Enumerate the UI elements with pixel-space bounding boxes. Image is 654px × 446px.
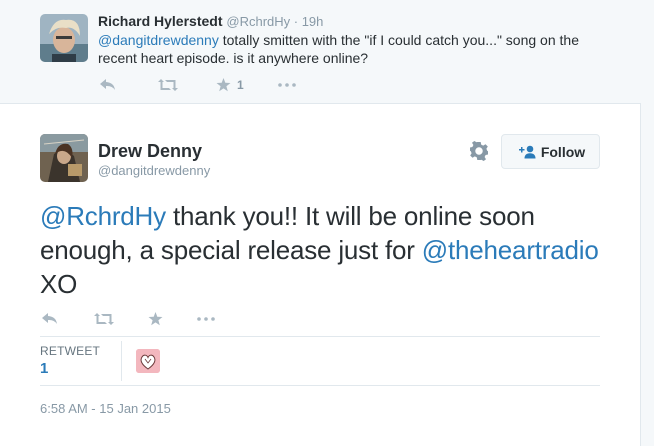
author-name[interactable]: Drew Denny bbox=[98, 141, 202, 162]
parent-tweet-actions: 1 bbox=[100, 76, 296, 94]
retweet-icon[interactable] bbox=[94, 312, 114, 326]
follow-button[interactable]: Follow bbox=[501, 134, 600, 169]
tweet-text: @RchrdHy thank you!! It will be online s… bbox=[40, 199, 600, 301]
retweet-stat-label[interactable]: RETWEET bbox=[40, 344, 100, 358]
header-separator: · bbox=[290, 14, 302, 29]
add-user-icon bbox=[516, 145, 536, 159]
more-options-icon[interactable] bbox=[197, 317, 215, 321]
favorite-icon[interactable] bbox=[148, 312, 163, 326]
tweet-body-part-2: XO bbox=[40, 269, 78, 299]
favorite-count[interactable]: 1 bbox=[237, 78, 244, 92]
background-strip bbox=[641, 0, 654, 446]
parent-tweet[interactable]: Richard Hylerstedt @RchrdHy · 19h @dangi… bbox=[0, 0, 641, 104]
reply-icon[interactable] bbox=[42, 312, 58, 326]
favorite-icon[interactable] bbox=[216, 78, 231, 92]
gear-icon[interactable] bbox=[469, 141, 489, 161]
tweet-timestamp[interactable]: 6:58 AM - 15 Jan 2015 bbox=[40, 401, 171, 416]
retweet-stat-count[interactable]: 1 bbox=[40, 360, 48, 377]
author-avatar[interactable] bbox=[40, 134, 88, 182]
mention-link-theheartradio[interactable]: @theheartradio bbox=[422, 235, 599, 265]
parent-author-name[interactable]: Richard Hylerstedt bbox=[98, 13, 222, 29]
author-handle[interactable]: @dangitdrewdenny bbox=[98, 163, 210, 178]
stats-top-divider bbox=[40, 336, 600, 337]
tweet-actions bbox=[42, 310, 215, 328]
mention-link-rchrdhy[interactable]: @RchrdHy bbox=[40, 201, 166, 231]
more-options-icon[interactable] bbox=[277, 83, 296, 87]
parent-author-handle[interactable]: @RchrdHy bbox=[226, 14, 290, 29]
follow-button-label: Follow bbox=[540, 143, 586, 160]
retweeter-avatar[interactable] bbox=[136, 349, 160, 373]
stats-separator bbox=[121, 341, 122, 381]
parent-author-avatar[interactable] bbox=[40, 14, 88, 62]
parent-tweet-time[interactable]: 19h bbox=[302, 14, 324, 29]
parent-mention-link[interactable]: @dangitdrewdenny bbox=[98, 32, 219, 48]
parent-tweet-header: Richard Hylerstedt @RchrdHy · 19h bbox=[98, 13, 323, 29]
retweet-icon[interactable] bbox=[158, 78, 178, 92]
tweet-permalink-panel: Richard Hylerstedt @RchrdHy · 19h @dangi… bbox=[0, 0, 641, 446]
reply-icon[interactable] bbox=[100, 78, 116, 92]
parent-tweet-text: @dangitdrewdenny totally smitten with th… bbox=[98, 31, 618, 67]
stats-bottom-divider bbox=[40, 385, 600, 386]
